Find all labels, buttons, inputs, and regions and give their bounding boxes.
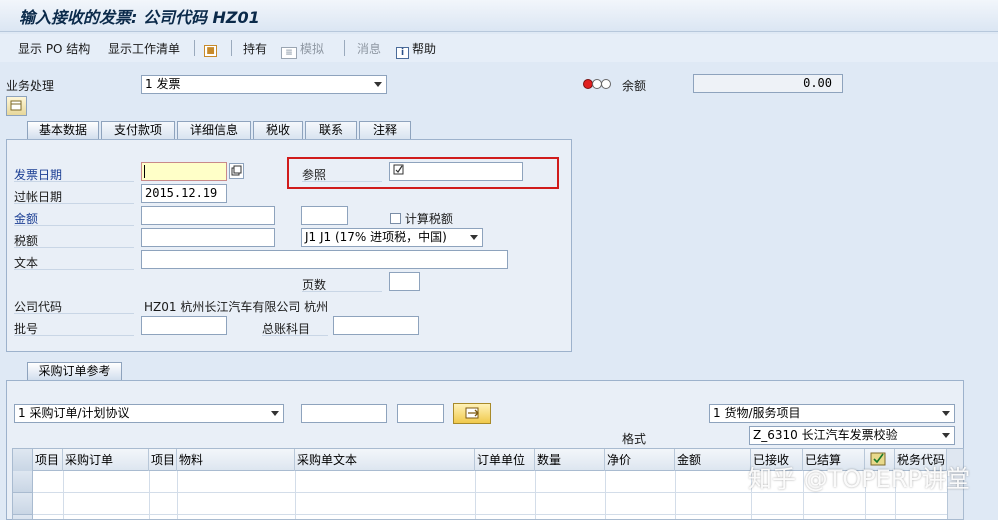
messages-button[interactable]: 消息 bbox=[357, 40, 381, 57]
traffic-light-icon bbox=[582, 78, 612, 90]
column-header[interactable]: 数量 bbox=[535, 449, 605, 471]
invoice-date-input[interactable] bbox=[141, 162, 227, 181]
row-selector[interactable] bbox=[13, 493, 33, 515]
chevron-down-icon bbox=[271, 411, 279, 416]
po-number-input[interactable] bbox=[301, 404, 387, 423]
toolbar-separator bbox=[231, 40, 232, 56]
simulate-button[interactable]: ≡ 模拟 bbox=[281, 40, 324, 59]
balance-label: 余额 bbox=[622, 79, 647, 93]
company-code-value: HZ01 杭州长江汽车有限公司 杭州 bbox=[144, 300, 329, 314]
tab-payment[interactable]: 支付款项 bbox=[101, 121, 175, 140]
text-input[interactable] bbox=[141, 250, 508, 269]
posting-date-input[interactable]: 2015.12.19 bbox=[141, 184, 227, 203]
checkbox-icon bbox=[393, 164, 404, 175]
item-type-select[interactable]: 1 货物/服务项目 bbox=[709, 404, 955, 423]
tax-code-select[interactable]: J1 J1 (17% 进项税，中国) bbox=[301, 228, 483, 247]
reference-input[interactable] bbox=[389, 162, 523, 181]
window-title: 输入接收的发票: 公司代码 HZ01 bbox=[19, 8, 260, 27]
help-button[interactable]: i 帮助 bbox=[396, 40, 436, 59]
row-selector[interactable] bbox=[13, 515, 33, 519]
transfer-arrow-button[interactable] bbox=[453, 403, 491, 424]
show-worklist-button[interactable]: 显示工作清单 bbox=[108, 40, 180, 57]
field-underline bbox=[302, 291, 382, 292]
tab-notes[interactable]: 注释 bbox=[359, 121, 411, 140]
simulate-icon: ≡ bbox=[281, 47, 297, 59]
tax-amount-input[interactable] bbox=[141, 228, 275, 247]
table-row bbox=[13, 493, 963, 515]
watermark: 知乎 @TOPERP讲堂 bbox=[748, 465, 970, 493]
grid-divider bbox=[475, 471, 476, 519]
column-header[interactable]: 采购单文本 bbox=[295, 449, 475, 471]
hold-button[interactable]: 持有 bbox=[243, 40, 267, 57]
tab-basic-data[interactable]: 基本数据 bbox=[27, 121, 99, 140]
field-underline bbox=[14, 247, 134, 248]
field-underline bbox=[14, 269, 134, 270]
field-underline bbox=[14, 225, 134, 226]
tab-po-reference[interactable]: 采购订单参考 bbox=[27, 362, 122, 381]
grid-divider bbox=[605, 471, 606, 519]
info-icon: i bbox=[396, 47, 409, 59]
toolbar-separator bbox=[194, 40, 195, 56]
tab-tax[interactable]: 税收 bbox=[253, 121, 303, 140]
field-underline bbox=[14, 335, 134, 336]
document-icon[interactable]: ■ bbox=[204, 40, 220, 57]
grid-divider bbox=[63, 471, 64, 519]
tab-details[interactable]: 详细信息 bbox=[177, 121, 251, 140]
chevron-down-icon bbox=[374, 82, 382, 87]
column-header[interactable]: 物料 bbox=[177, 449, 295, 471]
tab-contact[interactable]: 联系 bbox=[305, 121, 357, 140]
arrow-right-icon bbox=[465, 407, 479, 419]
select-all-cell[interactable] bbox=[13, 449, 33, 471]
toolbar-separator bbox=[344, 40, 345, 56]
layout-label: 格式 bbox=[622, 432, 647, 446]
column-header[interactable]: 金额 bbox=[675, 449, 751, 471]
grid-divider bbox=[295, 471, 296, 519]
balance-value: 0.00 bbox=[693, 74, 843, 93]
show-po-structure-button[interactable]: 显示 PO 结构 bbox=[18, 40, 90, 57]
layout-select[interactable]: Z_6310 长江汽车发票校验 bbox=[749, 426, 955, 445]
calc-tax-checkbox[interactable]: 计算税额 bbox=[390, 210, 453, 227]
field-underline bbox=[14, 313, 134, 314]
field-underline bbox=[14, 203, 134, 204]
column-header[interactable]: 订单单位 bbox=[475, 449, 535, 471]
transaction-select[interactable]: 1 发票 bbox=[141, 75, 387, 94]
grid-divider bbox=[675, 471, 676, 519]
chevron-down-icon bbox=[942, 433, 950, 438]
column-header[interactable]: 净价 bbox=[605, 449, 675, 471]
chevron-down-icon bbox=[942, 411, 950, 416]
transaction-label: 业务处理 bbox=[6, 79, 55, 93]
chevron-down-icon bbox=[470, 235, 478, 240]
gl-account-input[interactable] bbox=[333, 316, 419, 335]
column-header[interactable]: 项目 bbox=[149, 449, 177, 471]
po-item-input[interactable] bbox=[397, 404, 444, 423]
checkbox-icon[interactable] bbox=[390, 213, 401, 224]
grid-divider bbox=[535, 471, 536, 519]
text-cursor bbox=[144, 165, 145, 178]
column-header[interactable]: 项目 bbox=[33, 449, 63, 471]
batch-input[interactable] bbox=[141, 316, 227, 335]
field-underline bbox=[262, 335, 328, 336]
field-underline bbox=[14, 181, 134, 182]
row-selector[interactable] bbox=[13, 471, 33, 493]
grid-divider bbox=[149, 471, 150, 519]
grid-divider bbox=[177, 471, 178, 519]
pages-input[interactable] bbox=[389, 272, 420, 291]
reference-type-select[interactable]: 1 采购订单/计划协议 bbox=[14, 404, 284, 423]
header-toggle-icon[interactable] bbox=[6, 96, 27, 116]
calendar-icon[interactable] bbox=[229, 163, 244, 179]
column-header[interactable]: 采购订单 bbox=[63, 449, 149, 471]
field-underline bbox=[302, 181, 382, 182]
amount-input[interactable] bbox=[141, 206, 275, 225]
currency-input[interactable] bbox=[301, 206, 348, 225]
